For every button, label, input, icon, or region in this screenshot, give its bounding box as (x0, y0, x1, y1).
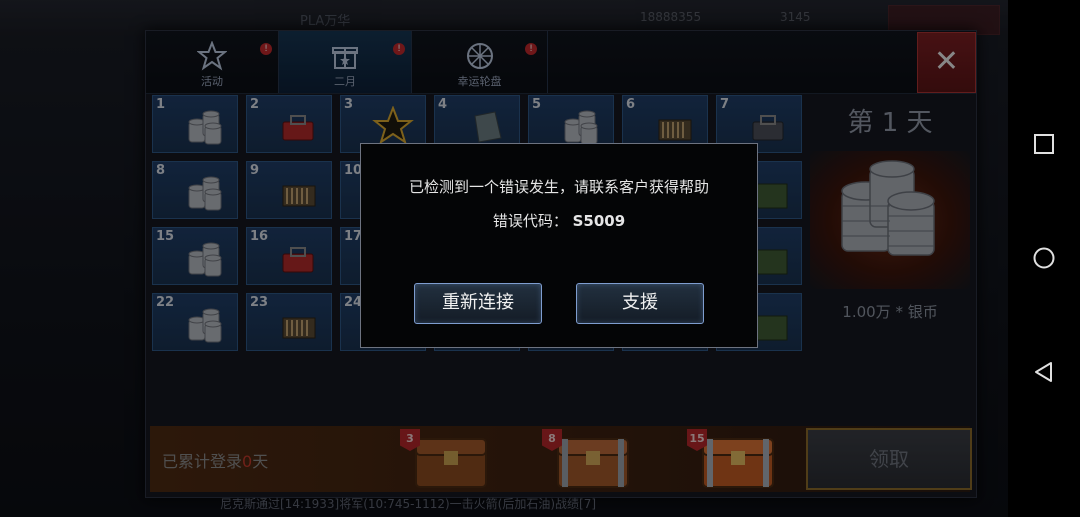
error-code-value: S5009 (572, 212, 626, 230)
error-code-label: 错误代码： (492, 212, 568, 230)
error-code-line: 错误代码： S5009 (361, 210, 757, 231)
reconnect-button[interactable]: 重新连接 (414, 283, 542, 324)
error-dialog: 已检测到一个错误发生，请联系客户获得帮助 错误代码： S5009 重新连接 支援 (360, 143, 758, 348)
error-message: 已检测到一个错误发生，请联系客户获得帮助 (408, 178, 709, 196)
android-nav-bar (1008, 0, 1080, 517)
recent-apps-icon[interactable] (1032, 132, 1056, 156)
home-icon[interactable] (1032, 246, 1056, 270)
support-button[interactable]: 支援 (576, 283, 704, 324)
back-icon[interactable] (1032, 360, 1056, 384)
game-screen: PLA万华 18888355 3145 活动 ! 二月 ! 幸运轮盘 ! ✕ 1… (0, 0, 1008, 517)
